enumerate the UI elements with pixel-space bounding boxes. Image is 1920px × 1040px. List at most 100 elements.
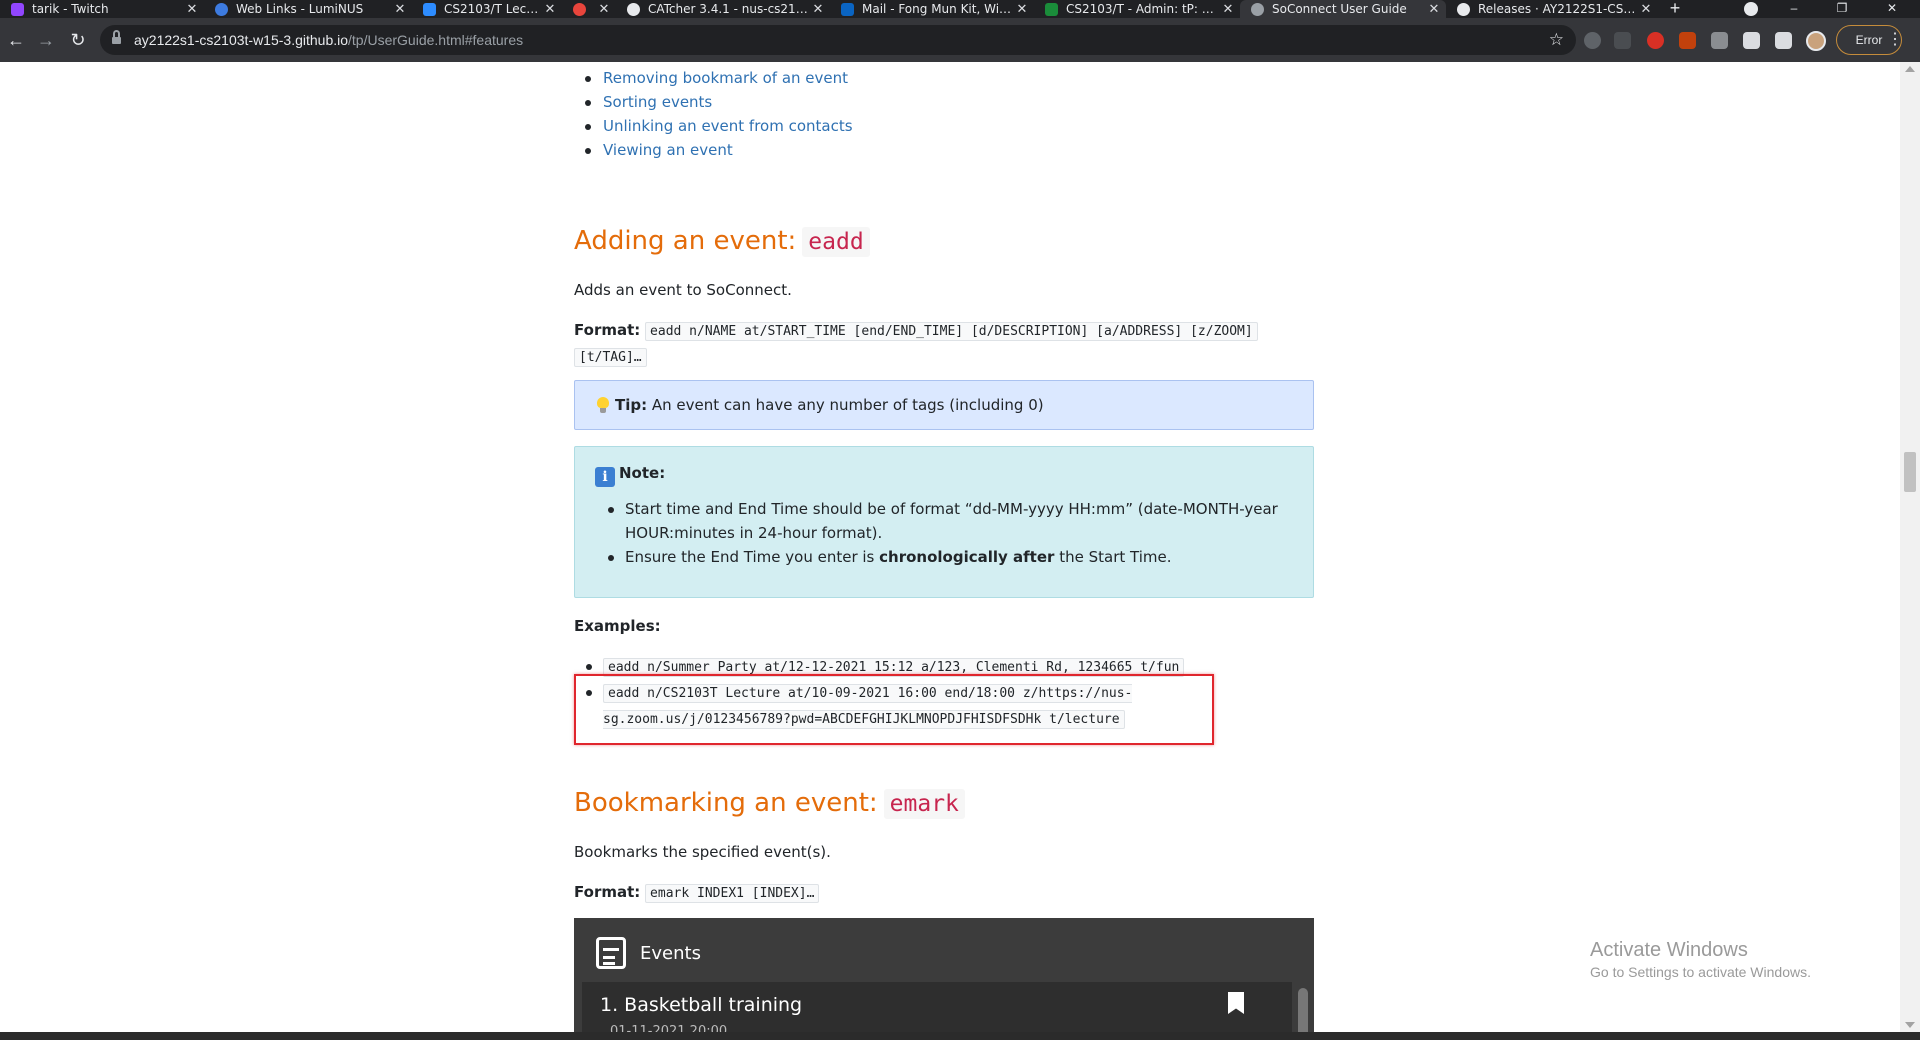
note-label: Note: (619, 464, 666, 482)
toc-link[interactable]: Viewing an event (585, 138, 853, 162)
activate-windows-watermark: Activate Windows Go to Settings to activ… (1590, 939, 1811, 980)
graduation-cap-icon (1045, 2, 1058, 16)
minimize-button[interactable]: – (1772, 0, 1816, 18)
tip-text: An event can have any number of tags (in… (651, 396, 1044, 414)
note-list: Start time and End Time should be of for… (608, 497, 1285, 569)
close-tab-icon[interactable]: ✕ (392, 2, 408, 17)
zoom-icon (423, 2, 436, 16)
emark-format: Format: emark INDEX1 [INDEX]… (574, 880, 1314, 906)
restore-button[interactable]: ❐ (1820, 0, 1864, 18)
tab-outlook[interactable]: Mail - Fong Mun Kit, Wilbu ✕ (830, 0, 1034, 18)
watermark-subtitle: Go to Settings to activate Windows. (1590, 964, 1811, 980)
events-panel-header: Events (596, 936, 701, 970)
new-tab-button[interactable]: + (1662, 0, 1688, 18)
outlook-icon (841, 2, 854, 16)
event-card-date: 01-11-2021 20:00 (610, 1024, 728, 1032)
format-code: eadd n/NAME at/START_TIME [end/END_TIME]… (645, 322, 1258, 341)
media-queue-icon[interactable] (1775, 32, 1792, 49)
globe-icon (1251, 2, 1264, 16)
tab-lecture[interactable]: CS2103/T Lecture ✕ (412, 0, 562, 18)
calendar-icon (596, 937, 626, 969)
shield-extension-icon[interactable] (1584, 32, 1601, 49)
tab-soconnect-user-guide[interactable]: SoConnect User Guide ✕ (1240, 0, 1446, 18)
emark-description: Bookmarks the specified event(s). (574, 843, 831, 861)
more-options-icon[interactable]: ⋮ (1887, 32, 1903, 48)
url-path: /tp/UserGuide.html#features (348, 32, 524, 48)
catcher-icon (627, 2, 640, 16)
heading-command: eadd (802, 227, 870, 257)
profile-avatar[interactable] (1806, 31, 1826, 51)
lock-icon (112, 30, 121, 46)
tab-twitch[interactable]: tarik - Twitch ✕ (0, 0, 204, 18)
tab-github-releases[interactable]: Releases · AY2122S1-CS210 ✕ (1446, 0, 1658, 18)
close-window-button[interactable]: ✕ (1870, 0, 1914, 18)
h-extension-icon[interactable] (1711, 32, 1728, 49)
url-text[interactable]: ay2122s1-cs2103t-w15-3.github.io/tp/User… (134, 25, 523, 55)
tab-title: tarik - Twitch (32, 2, 109, 16)
events-panel-title: Events (640, 942, 701, 964)
heading-adding-event: Adding an event: eadd (574, 226, 870, 257)
page-viewport: Removing bookmark of an event Sorting ev… (0, 62, 1900, 1032)
close-tab-icon[interactable]: ✕ (1220, 2, 1236, 17)
url-host: ay2122s1-cs2103t-w15-3.github.io (134, 32, 349, 48)
scroll-up-arrow-icon[interactable] (1905, 66, 1915, 72)
arrow-up-extension-icon[interactable] (1679, 32, 1696, 49)
events-panel-scrollbar (1298, 988, 1308, 1032)
heading-text: Bookmarking an event: (574, 788, 878, 818)
toc-link[interactable]: Removing bookmark of an event (585, 66, 853, 90)
tab-title: CS2103/T Lecture (444, 2, 542, 16)
close-tab-icon[interactable]: ✕ (542, 2, 558, 17)
tab-search-icon[interactable] (1744, 2, 1758, 16)
close-tab-icon[interactable]: ✕ (1638, 2, 1654, 17)
close-tab-icon[interactable]: ✕ (184, 2, 200, 17)
scroll-down-arrow-icon[interactable] (1905, 1022, 1915, 1028)
address-bar[interactable]: ay2122s1-cs2103t-w15-3.github.io/tp/User… (100, 25, 1576, 55)
windows-taskbar (0, 1032, 1920, 1040)
tab-title: Web Links - LumiNUS (236, 2, 364, 16)
tab-title: Mail - Fong Mun Kit, Wilbu (862, 2, 1014, 16)
bookmark-icon (1228, 992, 1244, 1014)
close-tab-icon[interactable]: ✕ (1426, 2, 1442, 17)
scrollbar-thumb[interactable] (1904, 452, 1916, 492)
close-tab-icon[interactable]: ✕ (810, 2, 826, 17)
format-label: Format: (574, 321, 641, 339)
tab-recording[interactable]: ✕ (562, 0, 616, 18)
lightbulb-icon (597, 397, 609, 413)
format-code: emark INDEX1 [INDEX]… (645, 884, 820, 903)
forward-button[interactable]: → (30, 24, 62, 56)
watermark-title: Activate Windows (1590, 939, 1748, 961)
close-tab-icon[interactable]: ✕ (1014, 2, 1030, 17)
twitch-icon (11, 2, 24, 16)
eadd-description: Adds an event to SoConnect. (574, 281, 792, 299)
event-card: 1. Basketball training 01-11-2021 20:00 (582, 982, 1292, 1032)
record-extension-icon[interactable] (1647, 32, 1664, 49)
info-icon: i (595, 467, 615, 487)
toc-link[interactable]: Unlinking an event from contacts (585, 114, 853, 138)
tab-strip: tarik - Twitch ✕ Web Links - LumiNUS ✕ C… (0, 0, 1920, 18)
close-tab-icon[interactable]: ✕ (596, 2, 612, 17)
event-card-title: 1. Basketball training (600, 994, 803, 1016)
eadd-format: Format: eadd n/NAME at/START_TIME [end/E… (574, 318, 1314, 370)
events-panel-screenshot: Events 1. Basketball training 01-11-2021… (574, 918, 1314, 1032)
bookmark-star-icon[interactable]: ☆ (1549, 25, 1564, 55)
tab-luminus[interactable]: Web Links - LumiNUS ✕ (204, 0, 412, 18)
heading-command: emark (883, 789, 965, 819)
heading-text: Adding an event: (574, 226, 797, 256)
tab-admin[interactable]: CS2103/T - Admin: tP: Prac ✕ (1034, 0, 1240, 18)
pulse-extension-icon[interactable] (1614, 32, 1631, 49)
heading-bookmarking-event: Bookmarking an event: emark (574, 788, 965, 819)
format-label: Format: (574, 883, 641, 901)
toc-link[interactable]: Sorting events (585, 90, 853, 114)
note-item-text: the Start Time. (1059, 548, 1172, 566)
page-scrollbar[interactable] (1900, 62, 1920, 1032)
browser-toolbar: ← → ↻ ay2122s1-cs2103t-w15-3.github.io/t… (0, 18, 1920, 62)
record-icon (573, 2, 586, 16)
back-button[interactable]: ← (0, 24, 32, 56)
reload-button[interactable]: ↻ (62, 24, 94, 56)
puzzle-extensions-icon[interactable] (1743, 32, 1760, 49)
note-item-text: Ensure the End Time you enter is (625, 548, 875, 566)
examples-label: Examples: (574, 617, 661, 635)
tab-catcher[interactable]: CATcher 3.4.1 - nus-cs2103 ✕ (616, 0, 830, 18)
note-item: Start time and End Time should be of for… (608, 497, 1285, 545)
tip-box: Tip: An event can have any number of tag… (574, 380, 1314, 430)
